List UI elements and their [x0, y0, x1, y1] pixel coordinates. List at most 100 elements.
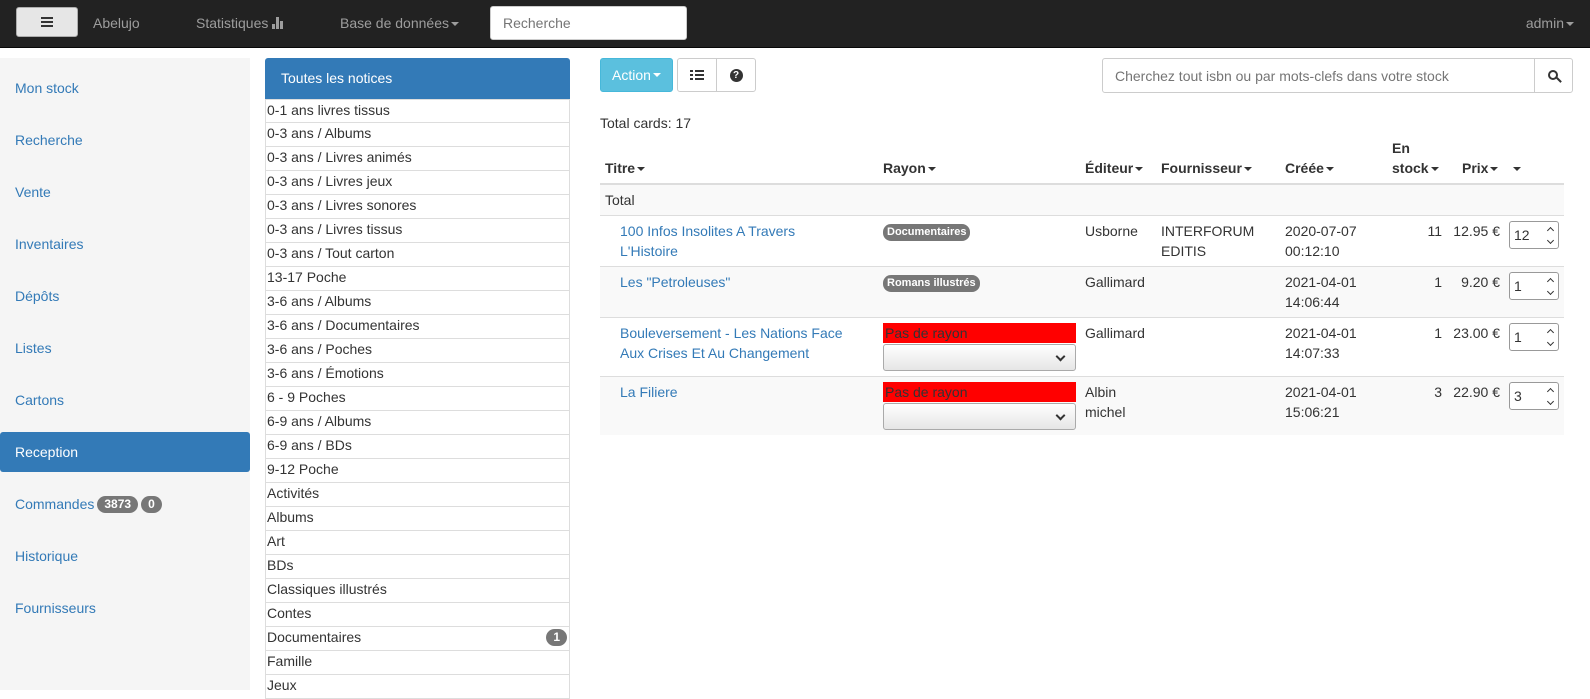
spinner-arrows-icon[interactable]	[1546, 277, 1555, 296]
list-view-button[interactable]	[677, 58, 717, 92]
book-title-link[interactable]: La Filiere	[620, 382, 678, 402]
sidebar-item-depots[interactable]: Dépôts	[0, 276, 250, 316]
shelf-item[interactable]: 9-12 Poche	[265, 459, 570, 483]
sidebar-item-commandes[interactable]: Commandes 3873 0	[0, 484, 250, 524]
shelf-item-label: 0-3 ans / Albums	[267, 125, 372, 141]
book-title-link[interactable]: Les "Petroleuses"	[620, 272, 730, 292]
quantity-stepper[interactable]: 1	[1509, 272, 1559, 300]
publisher-line: michel	[1085, 404, 1126, 420]
shelf-item[interactable]: 0-3 ans / Livres jeux	[265, 171, 570, 195]
column-header-label: Créée	[1285, 160, 1324, 176]
shelf-item[interactable]: BDs	[265, 555, 570, 579]
sort-caret-icon	[637, 167, 646, 172]
shelf-list: 0-1 ans livres tissus 0-3 ans / Albums 0…	[265, 99, 570, 699]
column-header-stock-line1[interactable]: En	[1392, 140, 1410, 156]
sidebar-item-historique[interactable]: Historique	[0, 536, 250, 576]
sidebar-item-label: Cartons	[15, 392, 65, 408]
shelf-item-label: 6 - 9 Poches	[267, 389, 346, 405]
sidebar-item-mon-stock[interactable]: Mon stock	[0, 68, 250, 108]
shelf-item[interactable]: Documentaires 1	[265, 627, 570, 651]
shelf-item-label: Contes	[267, 605, 312, 621]
help-button[interactable]: ?	[716, 58, 756, 92]
sort-caret-icon	[1325, 167, 1334, 172]
column-header-label: Éditeur	[1085, 160, 1134, 176]
publisher-cell: Gallimard	[1085, 272, 1145, 292]
shelf-item-label: 0-3 ans / Tout carton	[267, 245, 395, 261]
shelf-select[interactable]	[883, 344, 1076, 371]
shelf-item[interactable]: 6-9 ans / Albums	[265, 411, 570, 435]
column-header-publisher[interactable]: Éditeur	[1085, 160, 1144, 176]
missing-shelf-alert: Pas de rayon	[883, 323, 1076, 343]
shelf-item[interactable]: 13-17 Poche	[265, 267, 570, 291]
shelf-item-label: 3-6 ans / Albums	[267, 293, 372, 309]
shelf-item[interactable]: 6 - 9 Poches	[265, 387, 570, 411]
shelf-item[interactable]: Famille	[265, 651, 570, 675]
shelf-label: Romans illustrés	[883, 275, 980, 292]
shelf-item[interactable]: 0-3 ans / Livres tissus	[265, 219, 570, 243]
shelf-item[interactable]: 0-3 ans / Livres sonores	[265, 195, 570, 219]
shelf-item[interactable]: Jeux	[265, 675, 570, 699]
sidebar-item-cartons[interactable]: Cartons	[0, 380, 250, 420]
shelf-item[interactable]: 3-6 ans / Albums	[265, 291, 570, 315]
shelf-item[interactable]: 0-3 ans / Albums	[265, 123, 570, 147]
column-header-shelf[interactable]: Rayon	[883, 160, 936, 176]
column-header-title[interactable]: Titre	[605, 160, 646, 176]
row-divider	[600, 317, 1564, 318]
sidebar-item-label: Vente	[15, 184, 51, 200]
global-search-input[interactable]	[490, 6, 687, 40]
book-title-link[interactable]: Bouleversement - Les Nations Face Aux Cr…	[620, 323, 843, 363]
stats-menu[interactable]: Statistiques	[196, 15, 284, 31]
spinner-arrows-icon[interactable]	[1546, 226, 1555, 245]
shelf-item[interactable]: 0-3 ans / Livres animés	[265, 147, 570, 171]
shelf-item[interactable]: 6-9 ans / BDs	[265, 435, 570, 459]
column-header-label: stock	[1392, 160, 1429, 176]
orders-count-badge: 3873	[97, 495, 139, 513]
quantity-stepper[interactable]: 1	[1509, 323, 1559, 351]
menu-toggle-button[interactable]	[16, 7, 78, 37]
stock-count: 3	[1434, 384, 1442, 400]
shelf-item-label: Classiques illustrés	[267, 581, 387, 597]
shelf-select[interactable]	[883, 403, 1076, 430]
shelf-item[interactable]: Classiques illustrés	[265, 579, 570, 603]
column-header-extra[interactable]	[1511, 160, 1521, 176]
stock-search-button[interactable]	[1534, 58, 1573, 93]
publisher-line: Usborne	[1085, 223, 1138, 239]
chevron-down-icon	[1055, 351, 1066, 362]
sidebar-item-listes[interactable]: Listes	[0, 328, 250, 368]
shelf-item[interactable]: Activités	[265, 483, 570, 507]
book-title-line: Bouleversement - Les Nations Face	[620, 325, 843, 341]
shelf-item[interactable]: 3-6 ans / Poches	[265, 339, 570, 363]
shelf-item[interactable]: Art	[265, 531, 570, 555]
stock-search-input[interactable]	[1102, 58, 1535, 93]
quantity-value: 12	[1514, 227, 1530, 243]
shelf-item[interactable]: 0-3 ans / Tout carton	[265, 243, 570, 267]
total-cards-count: Total cards: 17	[600, 115, 692, 131]
user-menu[interactable]: admin	[1526, 15, 1574, 31]
sidebar-item-reception[interactable]: Reception	[0, 432, 250, 472]
shelf-item[interactable]: Albums	[265, 507, 570, 531]
column-header-supplier[interactable]: Fournisseur	[1161, 160, 1252, 176]
quantity-stepper[interactable]: 3	[1509, 382, 1559, 410]
spinner-arrows-icon[interactable]	[1546, 328, 1555, 347]
quantity-value: 1	[1514, 329, 1522, 345]
column-header-stock[interactable]: stock	[1392, 160, 1439, 176]
shelf-item[interactable]: 0-1 ans livres tissus	[265, 99, 570, 123]
action-dropdown-button[interactable]: Action	[600, 58, 673, 92]
sidebar-item-vente[interactable]: Vente	[0, 172, 250, 212]
column-header-price[interactable]: Prix	[1462, 160, 1499, 176]
shelf-item-label: 0-3 ans / Livres tissus	[267, 221, 403, 237]
sidebar-item-fournisseurs[interactable]: Fournisseurs	[0, 588, 250, 628]
quantity-stepper[interactable]: 12	[1509, 221, 1559, 249]
database-menu[interactable]: Base de données	[340, 15, 459, 31]
shelf-item[interactable]: 3-6 ans / Documentaires	[265, 315, 570, 339]
column-header-created[interactable]: Créée	[1285, 160, 1334, 176]
brand-link[interactable]: Abelujo	[93, 15, 140, 31]
book-title-link[interactable]: 100 Infos Insolites A Travers L'Histoire	[620, 221, 795, 261]
sidebar-item-recherche[interactable]: Recherche	[0, 120, 250, 160]
spinner-arrows-icon[interactable]	[1546, 387, 1555, 406]
shelf-item[interactable]: Contes	[265, 603, 570, 627]
shelf-item[interactable]: 3-6 ans / Émotions	[265, 363, 570, 387]
sidebar-item-inventaires[interactable]: Inventaires	[0, 224, 250, 264]
shelf-filter-all[interactable]: Toutes les notices	[265, 58, 570, 99]
created-date: 2021-04-01	[1285, 274, 1357, 290]
